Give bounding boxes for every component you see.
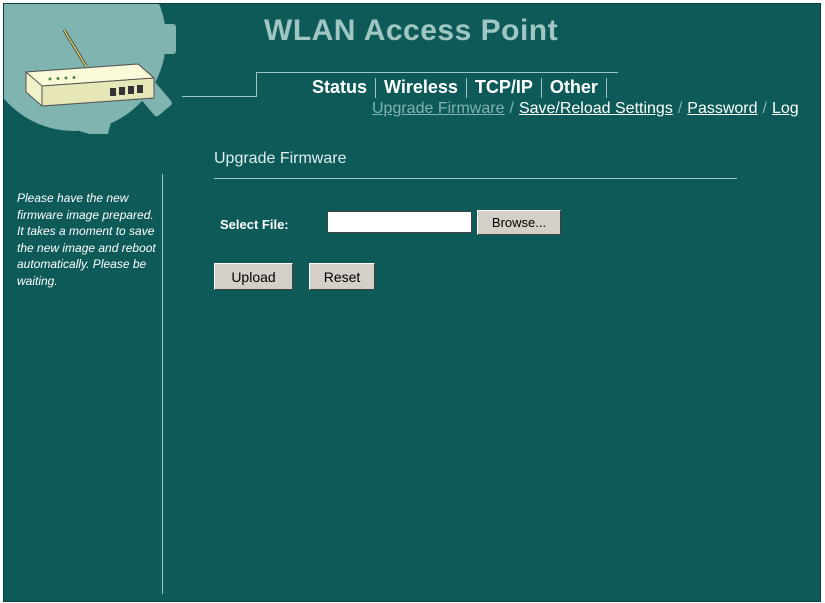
router-logo-icon — [4, 4, 176, 134]
browse-button[interactable]: Browse... — [477, 210, 561, 235]
page-title-divider — [214, 178, 737, 179]
upload-button[interactable]: Upload — [214, 263, 293, 290]
subnav-separator: / — [677, 100, 683, 117]
subnav-upgrade-firmware[interactable]: Upgrade Firmware — [372, 100, 504, 118]
subnav-password[interactable]: Password — [687, 100, 757, 118]
tab-other[interactable]: Other — [542, 77, 606, 98]
app-title: WLAN Access Point — [264, 14, 559, 47]
nav-divider — [256, 72, 618, 73]
sidebar-divider — [162, 174, 163, 594]
tab-status[interactable]: Status — [304, 77, 375, 98]
nav-divider — [256, 72, 257, 97]
nav-divider — [182, 96, 256, 97]
sidebar-help-text: Please have the new firmware image prepa… — [17, 191, 156, 288]
subnav-save-reload-settings[interactable]: Save/Reload Settings — [519, 100, 673, 118]
sub-navigation: Upgrade Firmware / Save/Reload Settings … — [372, 100, 799, 118]
main-tabs: Status Wireless TCP/IP Other — [304, 77, 607, 98]
subnav-separator: / — [509, 100, 514, 117]
page-title: Upgrade Firmware — [214, 150, 347, 167]
subnav-separator: / — [762, 100, 767, 117]
file-path-input[interactable] — [327, 211, 472, 233]
tab-tcpip[interactable]: TCP/IP — [467, 77, 541, 98]
select-file-label: Select File: — [220, 217, 289, 232]
tab-wireless[interactable]: Wireless — [376, 77, 466, 98]
tab-separator — [605, 77, 607, 98]
app-frame: WLAN Access Point Status Wireless TCP/IP… — [3, 3, 821, 602]
reset-button[interactable]: Reset — [309, 263, 375, 290]
subnav-log[interactable]: Log — [772, 100, 799, 118]
